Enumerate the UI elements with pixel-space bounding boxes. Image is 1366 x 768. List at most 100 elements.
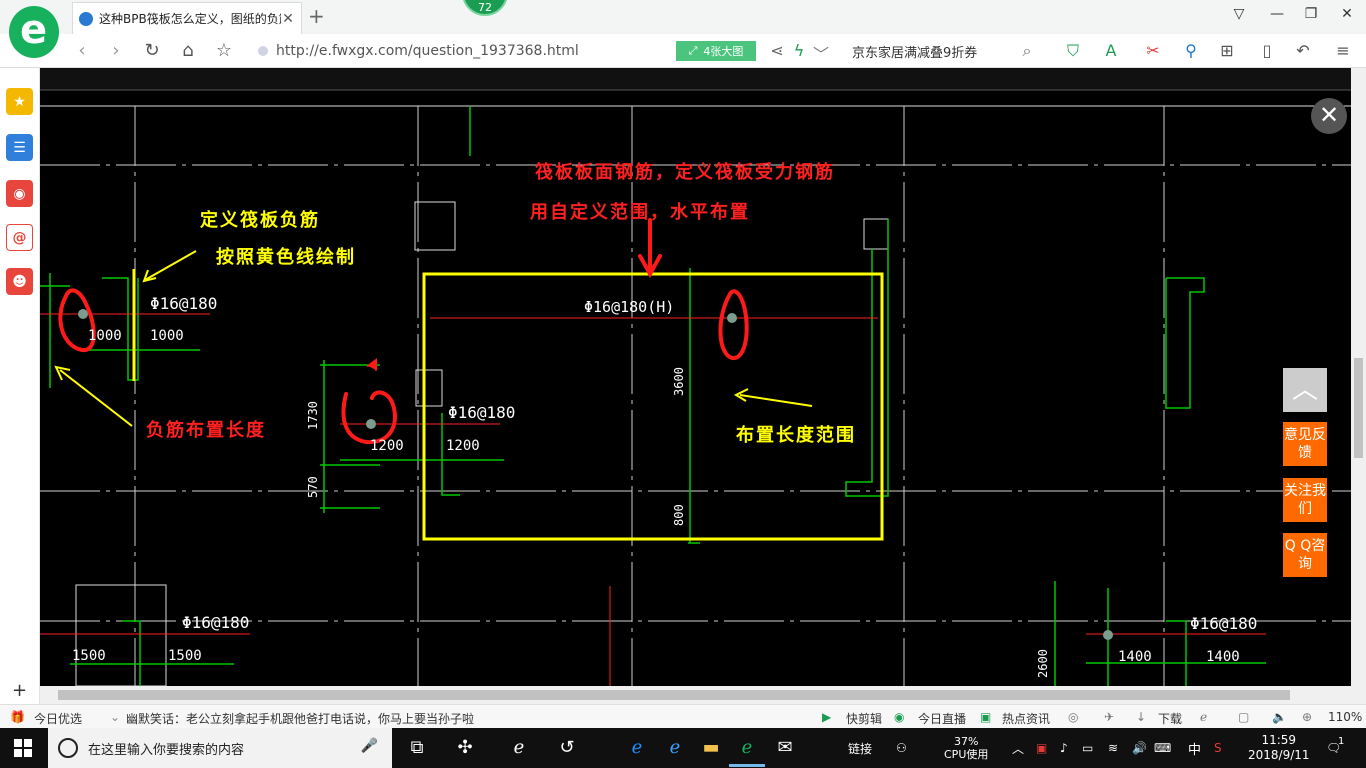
scissors-icon[interactable]: ✂	[1142, 41, 1164, 60]
bell-icon[interactable]: ♪	[1060, 728, 1068, 768]
translate-icon[interactable]: A	[1100, 41, 1122, 60]
big-image-label: 4张大图	[703, 45, 744, 58]
windows-start-icon[interactable]	[14, 739, 32, 757]
drawing-note-length: 负筋布置长度	[146, 420, 266, 441]
home-icon[interactable]: ⌂	[176, 40, 200, 61]
hot-news-link[interactable]: 热点资讯	[1002, 710, 1050, 727]
browser-logo-icon[interactable]	[9, 6, 59, 58]
spiral-app-icon[interactable]: ↺	[554, 736, 580, 760]
qq-consult-button[interactable]: Q Q咨询	[1283, 533, 1327, 577]
game-robot-icon[interactable]: ☻	[6, 268, 33, 295]
download-icon: ↓	[1136, 710, 1147, 724]
dimension-label: 1400	[1206, 649, 1240, 665]
weibo-icon[interactable]: ◉	[6, 180, 33, 207]
tab-bar: 这种BPB筏板怎么定义，图纸的负筋 ✕ + 72 ▽ — ❐ ✕	[0, 0, 1366, 34]
url-field[interactable]: http://e.fwxgx.com/question_1937368.html	[258, 39, 670, 63]
edge-browser-icon[interactable]: ℯ	[506, 736, 532, 760]
live-icon: ◉	[894, 710, 905, 724]
back-icon[interactable]: ‹	[70, 40, 94, 61]
search-hint[interactable]: 京东家居满减叠9折券	[852, 42, 977, 61]
skin-icon[interactable]: ▽	[1224, 6, 1254, 22]
speaker-icon[interactable]: 🔊	[1132, 728, 1147, 768]
zoom-level[interactable]: 110%	[1328, 710, 1362, 724]
phone-icon[interactable]: ▯	[1256, 41, 1278, 60]
dimension-label: 2600	[1036, 649, 1050, 678]
browser-2345-icon[interactable]: ℯ	[734, 736, 760, 760]
internet-explorer-icon[interactable]: ℯ	[662, 736, 688, 760]
tray-app-icon[interactable]: ▣	[1036, 728, 1047, 768]
scroll-thumb[interactable]	[58, 690, 1290, 700]
big-image-button[interactable]: ⤢ 4张大图	[676, 41, 756, 61]
keyboard-icon[interactable]: ⌨	[1154, 728, 1171, 768]
input-language[interactable]: 中	[1188, 728, 1201, 768]
menu-icon[interactable]: ≡	[1332, 41, 1354, 60]
search-icon[interactable]: ⌕	[1016, 41, 1038, 61]
file-explorer-icon[interactable]: ▬	[698, 736, 724, 760]
browser-tab[interactable]: 这种BPB筏板怎么定义，图纸的负筋 ✕	[72, 2, 302, 34]
horizontal-scrollbar[interactable]	[40, 686, 1366, 704]
apps-grid-icon[interactable]: ⊞	[1216, 41, 1238, 60]
follow-us-button[interactable]: 关注我们	[1283, 478, 1327, 522]
magnifier-icon[interactable]: ⚲	[1180, 41, 1202, 60]
url-text: http://e.fwxgx.com/question_1937368.html	[276, 43, 579, 59]
speed-icon[interactable]: ◎	[1068, 710, 1078, 724]
sogou-ime-icon[interactable]: S	[1214, 728, 1222, 768]
new-tab-button[interactable]: +	[308, 6, 325, 26]
windows-taskbar: 在这里输入你要搜索的内容 🎤 ⧉ ✣ ℯ ↺ ℯ ℯ ▬ ℯ ✉ 链接 ⚇ 37…	[0, 728, 1366, 768]
pin-icon[interactable]: ✈	[1104, 710, 1114, 724]
task-view-icon[interactable]: ⧉	[404, 736, 430, 760]
vertical-scrollbar[interactable]	[1351, 68, 1366, 686]
restore-icon[interactable]: ❐	[1296, 6, 1326, 22]
tray-up-icon[interactable]: ︿	[1012, 728, 1024, 768]
window-icon[interactable]: ▢	[1238, 710, 1249, 724]
rebar-label: Φ16@180(H)	[584, 298, 675, 316]
reading-list-icon[interactable]: ☰	[6, 134, 33, 161]
minimize-icon[interactable]: —	[1262, 6, 1292, 22]
quick-clip-link[interactable]: 快剪辑	[846, 710, 882, 727]
tab-close-icon[interactable]: ✕	[281, 11, 295, 27]
wifi-icon[interactable]: ≋	[1108, 728, 1118, 768]
scroll-thumb[interactable]	[1354, 358, 1363, 458]
pinwheel-app-icon[interactable]: ✣	[452, 736, 478, 760]
dimension-label: 1200	[370, 438, 404, 454]
dimension-label: 1500	[72, 648, 106, 664]
share-icon[interactable]: ⋖	[766, 41, 788, 60]
rebar-label: Φ16@180	[1190, 614, 1258, 633]
people-icon[interactable]: ⚇	[896, 728, 907, 768]
download-link[interactable]: 下载	[1158, 710, 1182, 727]
today-picks-link[interactable]: 今日优选	[34, 710, 82, 727]
edge-blue-icon[interactable]: ℯ	[624, 736, 650, 760]
status-bar: 🎁 今日优选 ⌄ 幽默笑话：老公立刻拿起手机跟他爸打电话说，你马上要当孙子啦 ▶…	[0, 704, 1366, 728]
forward-icon[interactable]: ›	[104, 40, 128, 61]
back-to-top-button[interactable]: ︿	[1283, 368, 1327, 412]
chevron-down-icon[interactable]: ﹀	[810, 41, 832, 65]
clock-time: 11:59	[1261, 733, 1297, 747]
taskbar-search-box[interactable]: 在这里输入你要搜索的内容 🎤	[48, 728, 392, 768]
add-sidebar-icon[interactable]: +	[12, 680, 27, 701]
mail-at-icon[interactable]: @	[6, 224, 33, 251]
cpu-meter[interactable]: 37% CPU使用	[944, 728, 988, 768]
favorites-star-icon[interactable]: ★	[6, 88, 33, 115]
flash-icon[interactable]: ϟ	[788, 41, 810, 60]
feedback-button[interactable]: 意见反馈	[1283, 422, 1327, 466]
mail-icon[interactable]: ✉	[772, 736, 798, 760]
volume-icon[interactable]: 🔈	[1272, 710, 1287, 724]
speed-badge[interactable]: 72	[462, 0, 508, 16]
shield-icon[interactable]: ⛉	[1062, 41, 1084, 61]
today-live-link[interactable]: 今日直播	[918, 710, 966, 727]
browser-mini-icon[interactable]: ℯ	[1200, 710, 1207, 724]
address-bar: ‹ › ↻ ⌂ ☆ http://e.fwxgx.com/question_19…	[0, 34, 1366, 68]
battery-icon[interactable]: ▭	[1082, 728, 1093, 768]
clock[interactable]: 11:59 2018/9/11	[1248, 728, 1310, 768]
microphone-icon[interactable]: 🎤	[361, 738, 378, 754]
active-app-indicator	[729, 764, 765, 767]
close-window-icon[interactable]: ✕	[1332, 6, 1362, 22]
joke-ticker[interactable]: 幽默笑话：老公立刻拿起手机跟他爸打电话说，你马上要当孙子啦	[126, 710, 474, 727]
cpu-label: CPU使用	[944, 748, 989, 761]
link-label[interactable]: 链接	[848, 728, 872, 768]
undo-icon[interactable]: ↶	[1292, 41, 1314, 60]
refresh-icon[interactable]: ↻	[140, 40, 164, 61]
favorite-star-icon[interactable]: ☆	[212, 40, 236, 61]
drawing-note-title1: 筏板板面钢筋，定义筏板受力钢筋	[535, 162, 835, 183]
close-viewer-button[interactable]: ✕	[1311, 98, 1347, 134]
